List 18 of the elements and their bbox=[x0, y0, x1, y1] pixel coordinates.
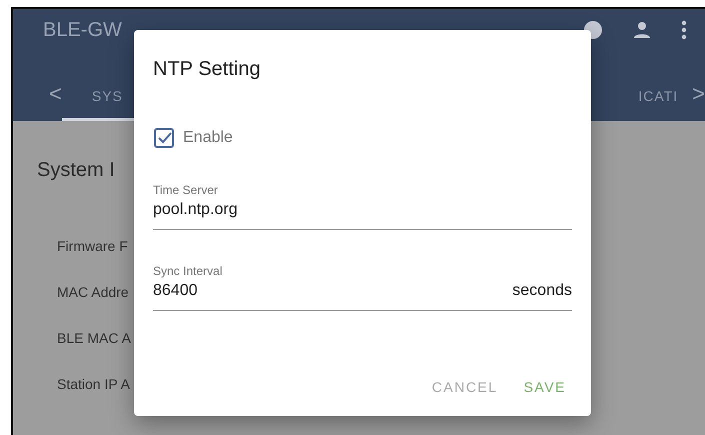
info-label: MAC Addre bbox=[57, 284, 129, 300]
input-field[interactable]: Time Server pool.ntp.org bbox=[153, 183, 572, 230]
tab-prev-button[interactable]: < bbox=[49, 81, 62, 121]
checkbox-label: Enable bbox=[183, 129, 233, 147]
app-title: BLE-GW bbox=[43, 18, 123, 42]
tab-next-button[interactable]: > bbox=[692, 81, 705, 121]
cancel-button[interactable]: CANCEL bbox=[426, 371, 504, 403]
account-icon[interactable] bbox=[633, 21, 651, 39]
info-label: BLE MAC A bbox=[57, 330, 131, 346]
more-icon[interactable] bbox=[681, 20, 687, 40]
dialog-title: NTP Setting bbox=[153, 57, 262, 81]
tab[interactable]: ICATI bbox=[638, 72, 692, 121]
info-label: Firmware F bbox=[57, 238, 128, 254]
save-button[interactable]: SAVE bbox=[518, 371, 572, 403]
info-label: Station IP A bbox=[57, 376, 130, 392]
checkbox[interactable] bbox=[153, 127, 175, 149]
input-field[interactable]: Sync Interval 86400 seconds bbox=[153, 264, 572, 311]
section-heading: System I bbox=[37, 159, 115, 182]
